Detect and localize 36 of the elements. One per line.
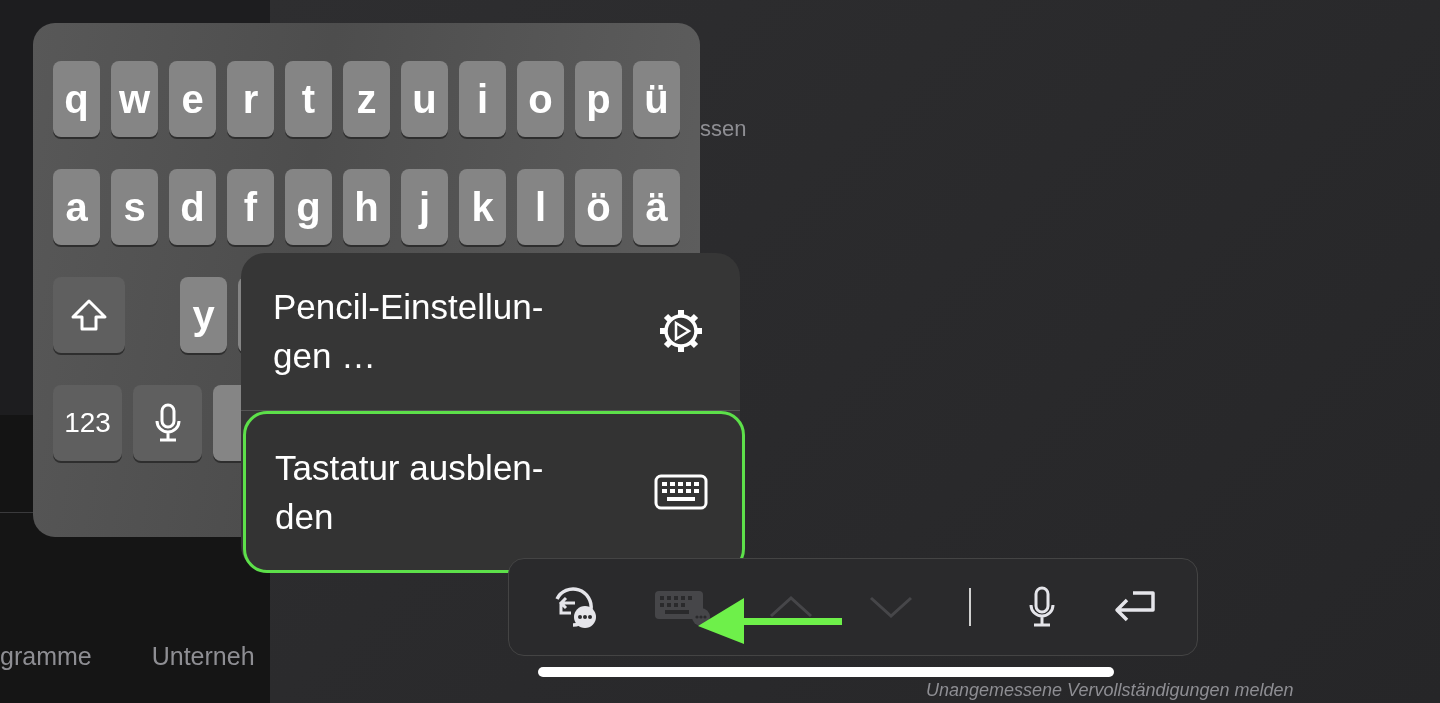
keyboard-icon [654,473,708,510]
letter-key[interactable]: i [459,61,506,137]
letter-key[interactable]: ä [633,169,680,245]
letter-key[interactable]: l [517,169,564,245]
letter-key[interactable]: s [111,169,158,245]
numbers-key[interactable]: 123 [53,385,122,461]
letter-key[interactable]: q [53,61,100,137]
letter-key[interactable]: ö [575,169,622,245]
letter-key[interactable]: u [401,61,448,137]
letter-key[interactable]: g [285,169,332,245]
letter-key[interactable]: o [517,61,564,137]
letter-key[interactable]: j [401,169,448,245]
letter-key[interactable]: a [53,169,100,245]
shift-icon [70,298,108,332]
microphone-key[interactable] [133,385,202,461]
shift-key[interactable] [53,277,125,353]
menu-item[interactable]: Tastatur ausblen- den [243,410,745,573]
letter-key[interactable]: f [227,169,274,245]
menu-item[interactable]: Pencil-Einstellun- gen … [241,253,740,411]
dictation-button[interactable] [1027,586,1057,628]
letter-key[interactable]: z [343,61,390,137]
setting-label: ssen [700,116,748,142]
report-link[interactable]: Unangemessene Vervollständigungen melden [700,680,1440,703]
letter-key[interactable]: ü [633,61,680,137]
letter-key[interactable]: h [343,169,390,245]
letter-key[interactable]: r [227,61,274,137]
letter-key[interactable]: d [169,169,216,245]
letter-key[interactable]: k [459,169,506,245]
return-button[interactable] [1113,590,1157,624]
letter-key[interactable]: t [285,61,332,137]
nav-tab[interactable]: Unterneh [151,642,255,671]
letter-key[interactable]: p [575,61,622,137]
letter-key[interactable]: w [111,61,158,137]
letter-key[interactable]: e [169,61,216,137]
nav-tab[interactable]: gramme [0,642,92,671]
letter-key[interactable]: y [180,277,227,353]
